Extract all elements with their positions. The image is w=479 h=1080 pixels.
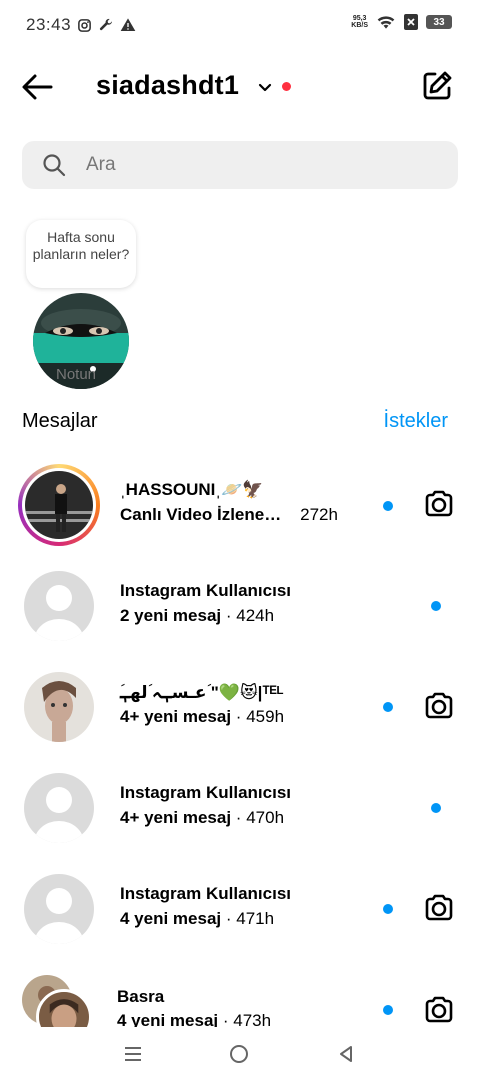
unread-dot — [383, 1005, 393, 1015]
hamburger-icon — [125, 1047, 142, 1061]
warning-icon — [120, 18, 136, 31]
default-avatar-icon — [24, 773, 94, 843]
header: siadashdt1 — [0, 62, 479, 112]
battery-indicator: 33 — [426, 15, 452, 29]
camera-icon[interactable] — [423, 892, 455, 924]
chevron-down-icon[interactable] — [257, 80, 273, 96]
default-avatar-icon — [24, 571, 94, 641]
home-circle-icon — [230, 1045, 249, 1063]
avatar[interactable] — [24, 672, 94, 742]
thread-preview: 4+ yeni mesaj · 459h — [120, 707, 285, 726]
unread-dot — [431, 803, 441, 813]
search-bar[interactable] — [22, 141, 458, 189]
sim-off-icon — [404, 14, 418, 30]
unread-dot — [431, 601, 441, 611]
thread-name: Instagram Kullanıcısı — [120, 884, 291, 903]
account-username[interactable]: siadashdt1 — [96, 70, 239, 101]
requests-link[interactable]: İstekler — [384, 410, 448, 433]
thread-item[interactable]: ˌHASSOUNIˌ🪐🦅 Canlı Video İzlene… 272h — [0, 460, 479, 550]
thread-item[interactable]: Instagram Kullanıcısı 2 yeni mesaj · 424… — [0, 561, 479, 651]
avatar[interactable] — [24, 773, 94, 843]
unread-dot — [383, 904, 393, 914]
messages-section-header: Mesajlar İstekler — [22, 410, 448, 433]
status-time: 23:43 — [26, 15, 72, 34]
thread-preview: 2 yeni mesaj · 424h — [120, 606, 275, 625]
system-navigation-bar — [0, 1028, 479, 1080]
back-triangle-icon — [339, 1046, 352, 1062]
story-ring[interactable] — [18, 464, 100, 546]
status-bar: 23:43 95,3 KB/S 33 — [0, 0, 479, 50]
group-avatar[interactable] — [22, 975, 96, 1027]
thread-preview: 4 yeni mesaj · 471h — [120, 909, 275, 928]
thread-preview: Canlı Video İzlene… 272h — [120, 505, 338, 524]
thread-name: Instagram Kullanıcısı — [120, 783, 291, 802]
instagram-notification-icon — [78, 18, 91, 32]
search-input[interactable] — [86, 154, 416, 176]
avatar-photo — [24, 672, 94, 742]
unread-dot — [383, 702, 393, 712]
back-nav-button[interactable] — [328, 1036, 364, 1072]
unread-dot — [383, 501, 393, 511]
menu-nav-button[interactable] — [115, 1036, 151, 1072]
avatar[interactable] — [24, 874, 94, 944]
wrench-icon — [99, 18, 113, 31]
home-nav-button[interactable] — [221, 1036, 257, 1072]
wifi-icon — [377, 16, 395, 29]
note-area[interactable]: Hafta sonu planların neler? Notun — [22, 218, 142, 389]
thread-name: Instagram Kullanıcısı — [120, 581, 291, 600]
thread-name: ؘعـسـٖہ ؘلهـٖ ؘ"💚😻|ᵀᴱᴸ — [120, 683, 284, 702]
note-label: Notun — [56, 366, 97, 383]
messages-title: Mesajlar — [22, 410, 98, 432]
thread-item[interactable]: ؘعـسـٖہ ؘلهـٖ ؘ"💚😻|ᵀᴱᴸ 4+ yeni mesaj · 4… — [0, 662, 479, 752]
arrow-left-icon[interactable] — [20, 70, 54, 104]
thread-preview: 4 yeni mesaj · 473h — [117, 1011, 272, 1027]
avatar[interactable] — [24, 571, 94, 641]
default-avatar-icon — [24, 874, 94, 944]
avatar — [25, 471, 93, 539]
thread-item[interactable]: Basra 4 yeni mesaj · 473h — [0, 965, 479, 1027]
notification-dot — [282, 82, 291, 91]
note-bubble[interactable]: Hafta sonu planların neler? — [26, 220, 136, 288]
network-speed: 95,3 KB/S — [351, 15, 368, 29]
thread-preview: 4+ yeni mesaj · 470h — [120, 808, 285, 827]
thread-item[interactable]: Instagram Kullanıcısı 4+ yeni mesaj · 47… — [0, 763, 479, 853]
search-icon — [43, 154, 66, 177]
camera-icon[interactable] — [423, 690, 455, 722]
thread-name: ˌHASSOUNIˌ🪐🦅 — [120, 480, 264, 499]
thread-name: Basra — [117, 987, 165, 1006]
thread-item[interactable]: Instagram Kullanıcısı 4 yeni mesaj · 471… — [0, 864, 479, 954]
camera-icon[interactable] — [423, 488, 455, 520]
camera-icon[interactable] — [423, 994, 455, 1026]
pencil-square-icon[interactable] — [421, 70, 453, 102]
